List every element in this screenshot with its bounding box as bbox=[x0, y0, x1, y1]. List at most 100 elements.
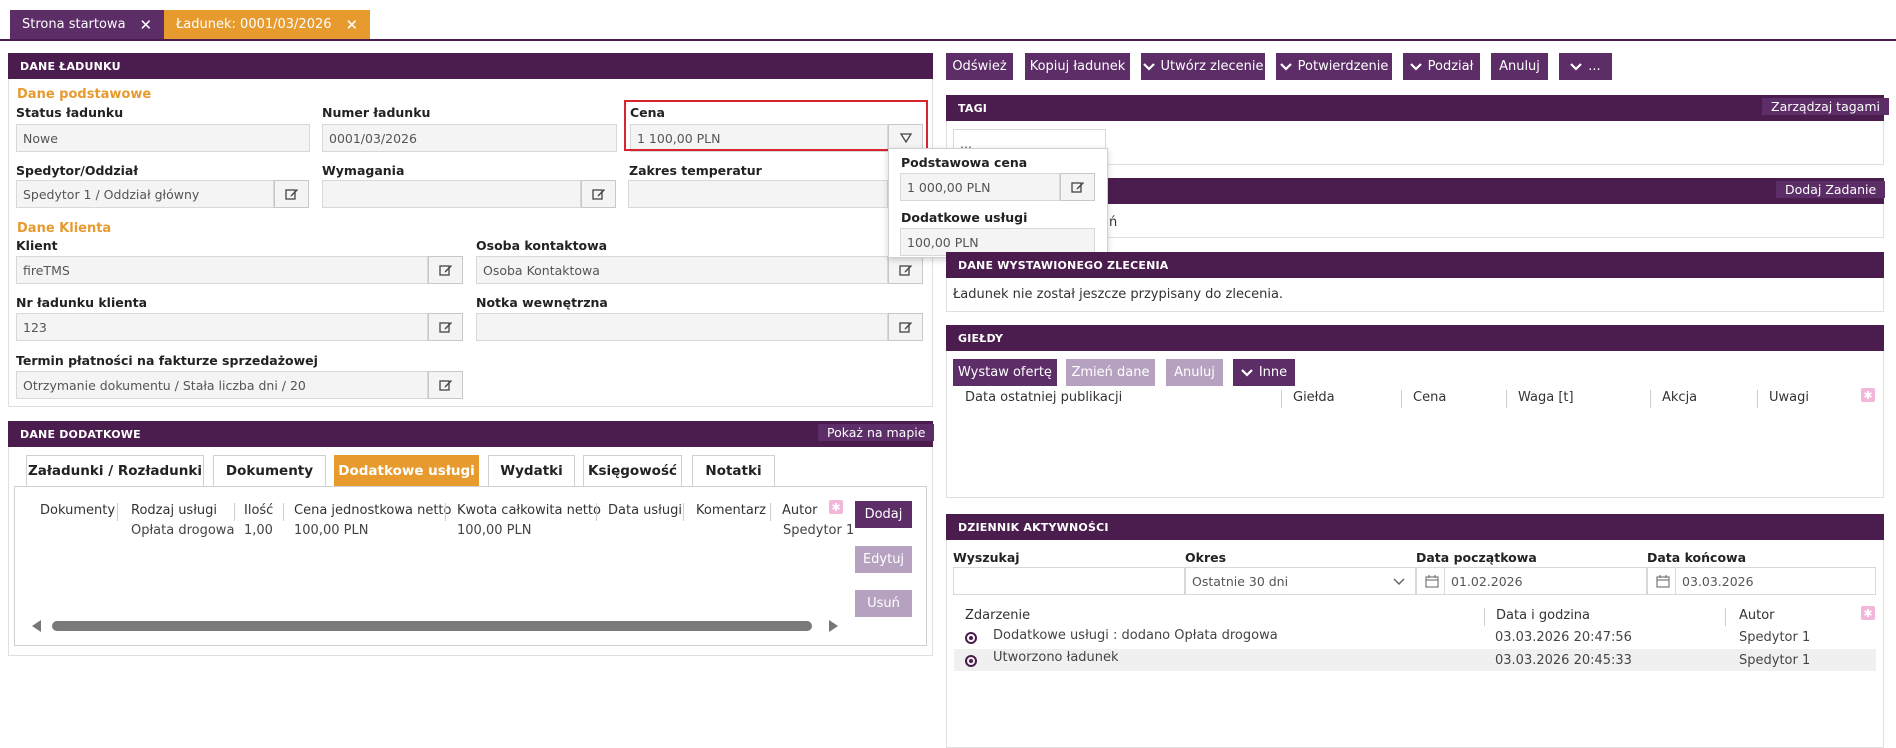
additional-data-title: DANE DODATKOWE bbox=[20, 427, 141, 441]
change-data-button[interactable]: Zmień dane bbox=[1066, 359, 1155, 386]
publish-offer-button[interactable]: Wystaw ofertę bbox=[953, 359, 1057, 386]
show-on-map-button[interactable]: Pokaż na mapie bbox=[818, 424, 935, 441]
col-last-publication: Data ostatniej publikacji bbox=[965, 390, 1123, 405]
column-divider bbox=[770, 503, 771, 521]
edit-icon bbox=[284, 189, 298, 200]
base-price-field: 1 000,00 PLN bbox=[900, 173, 1060, 201]
column-divider bbox=[596, 503, 597, 521]
activity-log-header: DZIENNIK AKTYWNOŚCI bbox=[946, 514, 1884, 540]
log-datetime: 03.03.2026 20:47:56 bbox=[1495, 630, 1632, 645]
search-input[interactable] bbox=[953, 567, 1185, 595]
start-date-input[interactable]: 01.02.2026 bbox=[1416, 567, 1647, 595]
chevron-down-icon bbox=[1142, 62, 1155, 71]
contact-edit-button[interactable] bbox=[888, 256, 923, 284]
tab-load-label: Ładunek: 0001/03/2026 bbox=[176, 17, 332, 32]
edit-icon bbox=[591, 189, 605, 200]
internal-note-edit-button[interactable] bbox=[888, 313, 923, 341]
tab-documents[interactable]: Dokumenty bbox=[213, 455, 326, 486]
event-marker-icon bbox=[965, 632, 977, 644]
start-date-label: Data początkowa bbox=[1416, 550, 1537, 565]
tab-accounting[interactable]: Księgowość bbox=[583, 455, 682, 486]
scroll-left-icon[interactable] bbox=[32, 620, 41, 632]
edit-icon bbox=[898, 322, 912, 333]
chevron-down-icon bbox=[1393, 578, 1405, 586]
confirmation-button[interactable]: Potwierdzenie bbox=[1276, 53, 1392, 80]
copy-load-button[interactable]: Kopiuj ładunek bbox=[1025, 53, 1130, 80]
base-price-label: Podstawowa cena bbox=[901, 155, 1028, 170]
chevron-down-icon bbox=[1241, 368, 1253, 377]
edit-service-button[interactable]: Edytuj bbox=[855, 546, 912, 573]
refresh-button[interactable]: Odśwież bbox=[946, 53, 1013, 80]
chevron-down-icon bbox=[1570, 62, 1583, 71]
column-divider bbox=[234, 503, 235, 521]
exchanges-header: GIEŁDY bbox=[946, 325, 1884, 351]
more-actions-button[interactable]: ... bbox=[1559, 53, 1612, 80]
forwarder-field: Spedytor 1 / Oddział główny bbox=[16, 180, 274, 208]
period-select[interactable]: Ostatnie 30 dni bbox=[1185, 567, 1416, 595]
add-service-button[interactable]: Dodaj bbox=[855, 501, 912, 528]
cancel-offer-button[interactable]: Anuluj bbox=[1166, 359, 1223, 386]
cancel-load-button[interactable]: Anuluj bbox=[1491, 53, 1548, 80]
internal-note-field bbox=[476, 313, 888, 341]
log-author: Spedytor 1 bbox=[1739, 630, 1811, 645]
section-client-title: Dane Klienta bbox=[17, 221, 112, 236]
column-divider bbox=[283, 503, 284, 521]
col-unit-price: Cena jednostkowa netto bbox=[294, 503, 452, 518]
payment-term-edit-button[interactable] bbox=[428, 371, 463, 399]
settings-gear-icon[interactable]: ✱ bbox=[1861, 388, 1875, 402]
create-order-label: Utwórz zlecenie bbox=[1160, 59, 1264, 74]
col-service-type: Rodzaj usługi bbox=[131, 503, 217, 518]
row-author: Spedytor 1 bbox=[783, 523, 855, 538]
column-divider bbox=[683, 503, 684, 521]
client-number-field: 123 bbox=[16, 313, 428, 341]
settings-gear-icon[interactable]: ✱ bbox=[1861, 606, 1875, 620]
client-number-edit-button[interactable] bbox=[428, 313, 463, 341]
tab-load[interactable]: Ładunek: 0001/03/2026 ✕ bbox=[164, 10, 371, 39]
close-icon[interactable]: ✕ bbox=[346, 16, 359, 34]
base-price-edit-button[interactable] bbox=[1060, 173, 1095, 201]
scroll-right-icon[interactable] bbox=[829, 620, 838, 632]
other-actions-button[interactable]: Inne bbox=[1233, 359, 1295, 386]
column-divider bbox=[1401, 390, 1402, 408]
client-edit-button[interactable] bbox=[428, 256, 463, 284]
col-event: Zdarzenie bbox=[965, 608, 1031, 623]
calendar-icon bbox=[1656, 575, 1670, 588]
tab-notes[interactable]: Notatki bbox=[692, 455, 775, 486]
scrollbar-thumb[interactable] bbox=[52, 621, 812, 631]
row-service-type: Opłata drogowa bbox=[131, 523, 235, 538]
order-data-text: Ładunek nie został jeszcze przypisany do… bbox=[953, 287, 1284, 302]
column-divider bbox=[1484, 608, 1485, 626]
status-label: Status ładunku bbox=[16, 105, 124, 120]
log-event: Dodatkowe usługi : dodano Opłata drogowa bbox=[993, 628, 1278, 643]
col-datetime: Data i godzina bbox=[1496, 608, 1591, 623]
price-highlight-frame bbox=[624, 100, 928, 151]
close-icon[interactable]: ✕ bbox=[140, 16, 153, 34]
event-marker-icon bbox=[965, 655, 977, 667]
settings-gear-icon[interactable]: ✱ bbox=[829, 500, 843, 514]
edit-icon bbox=[898, 265, 912, 276]
col-author: Autor bbox=[782, 503, 818, 518]
end-date-input[interactable]: 03.03.2026 bbox=[1647, 567, 1876, 595]
column-divider bbox=[117, 503, 118, 521]
delete-service-button[interactable]: Usuń bbox=[855, 590, 912, 617]
status-field: Nowe bbox=[16, 124, 310, 152]
horizontal-scrollbar[interactable] bbox=[32, 619, 840, 633]
tab-home[interactable]: Strona startowa ✕ bbox=[10, 10, 165, 39]
add-task-button[interactable]: Dodaj Zadanie bbox=[1776, 181, 1886, 198]
requirements-edit-button[interactable] bbox=[581, 180, 616, 208]
create-order-button[interactable]: Utwórz zlecenie bbox=[1141, 53, 1265, 80]
row-total: 100,00 PLN bbox=[457, 523, 532, 538]
manage-tags-button[interactable]: Zarządzaj tagami bbox=[1762, 98, 1889, 115]
forwarder-edit-button[interactable] bbox=[274, 180, 309, 208]
tab-expenses[interactable]: Wydatki bbox=[488, 455, 575, 486]
split-button[interactable]: Podział bbox=[1403, 53, 1480, 80]
tab-additional-services[interactable]: Dodatkowe usługi bbox=[334, 455, 479, 486]
end-date-value: 03.03.2026 bbox=[1682, 573, 1754, 589]
other-actions-label: Inne bbox=[1258, 365, 1288, 380]
start-date-value: 01.02.2026 bbox=[1451, 573, 1523, 589]
contact-label: Osoba kontaktowa bbox=[476, 238, 608, 253]
column-divider bbox=[1506, 390, 1507, 408]
tab-loadings[interactable]: Załadunki / Rozładunki bbox=[26, 455, 204, 486]
tab-home-label: Strona startowa bbox=[22, 17, 126, 32]
tags-header: TAGI bbox=[946, 95, 1884, 121]
